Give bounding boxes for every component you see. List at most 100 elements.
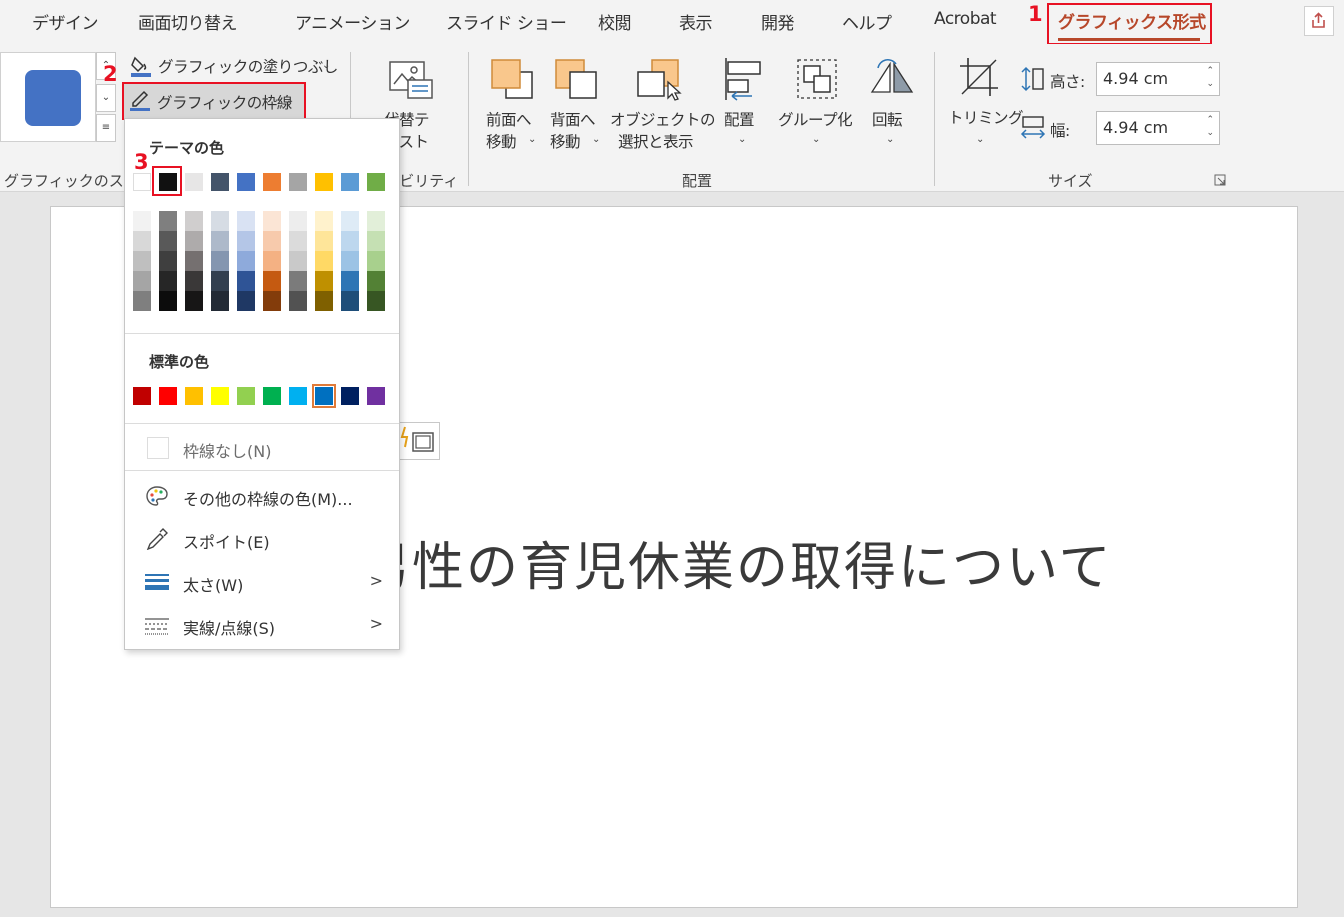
crop-button[interactable]: トリミング ⌄ [944, 52, 1024, 162]
theme-shade-swatch[interactable] [315, 211, 333, 231]
theme-color-swatch[interactable] [315, 173, 333, 191]
spin-up-icon[interactable]: ⌃ [1206, 66, 1214, 76]
theme-shade-swatch[interactable] [237, 231, 255, 251]
theme-color-swatch[interactable] [367, 173, 385, 191]
theme-shade-swatch[interactable] [367, 291, 385, 311]
theme-color-swatch[interactable] [263, 173, 281, 191]
theme-shade-swatch[interactable] [367, 211, 385, 231]
standard-color-swatch[interactable] [159, 387, 177, 405]
theme-shade-swatch[interactable] [185, 251, 203, 271]
tab-0[interactable]: デザイン [32, 9, 99, 34]
theme-shade-swatch[interactable] [133, 251, 151, 271]
tab-1[interactable]: 画面切り替え [138, 9, 238, 34]
eyedropper-item[interactable]: スポイト(E) [125, 520, 399, 558]
theme-shade-swatch[interactable] [185, 271, 203, 291]
theme-color-swatch[interactable] [237, 173, 255, 191]
tab-7[interactable]: ヘルプ [842, 9, 892, 34]
theme-shade-swatch[interactable] [211, 251, 229, 271]
standard-color-swatch[interactable] [185, 387, 203, 405]
theme-shade-swatch[interactable] [237, 271, 255, 291]
theme-shade-swatch[interactable] [341, 291, 359, 311]
theme-shade-swatch[interactable] [341, 271, 359, 291]
theme-shade-swatch[interactable] [315, 291, 333, 311]
theme-shade-swatch[interactable] [159, 211, 177, 231]
theme-shade-swatch[interactable] [289, 211, 307, 231]
theme-shade-swatch[interactable] [263, 271, 281, 291]
theme-color-swatch[interactable] [211, 173, 229, 191]
tab-4[interactable]: 校閲 [598, 9, 632, 34]
theme-shade-swatch[interactable] [159, 291, 177, 311]
theme-shade-swatch[interactable] [133, 231, 151, 251]
tab-3[interactable]: スライド ショー [446, 9, 567, 34]
theme-shade-swatch[interactable] [315, 271, 333, 291]
spin-down-icon[interactable]: ⌄ [1206, 128, 1214, 138]
theme-shade-swatch[interactable] [289, 291, 307, 311]
theme-color-swatch[interactable] [133, 173, 151, 191]
spin-up-icon[interactable]: ⌃ [1206, 115, 1214, 125]
theme-shade-swatch[interactable] [263, 211, 281, 231]
theme-shade-swatch[interactable] [185, 291, 203, 311]
theme-shade-swatch[interactable] [289, 251, 307, 271]
group-button[interactable]: グループ化 ⌄ [774, 52, 860, 162]
layout-options-button[interactable] [398, 422, 440, 460]
tab-2[interactable]: アニメーション [295, 9, 410, 34]
weight-item[interactable]: 太さ(W) > [125, 563, 399, 601]
theme-shade-swatch[interactable] [133, 271, 151, 291]
graphic-fill-button[interactable]: グラフィックの塗りつぶし ⌄ [128, 52, 338, 80]
standard-color-swatch[interactable] [237, 387, 255, 405]
standard-color-swatch[interactable] [289, 387, 307, 405]
theme-color-swatch[interactable] [289, 173, 307, 191]
share-button[interactable] [1304, 6, 1334, 36]
theme-shade-swatch[interactable] [367, 231, 385, 251]
theme-shade-swatch[interactable] [341, 251, 359, 271]
theme-shade-swatch[interactable] [133, 211, 151, 231]
theme-shade-swatch[interactable] [185, 231, 203, 251]
spin-down-icon[interactable]: ⌄ [1206, 79, 1214, 89]
theme-shade-swatch[interactable] [315, 251, 333, 271]
theme-shade-swatch[interactable] [289, 271, 307, 291]
dialog-launcher-icon[interactable] [1214, 174, 1226, 186]
theme-shade-swatch[interactable] [211, 271, 229, 291]
standard-color-swatch[interactable] [133, 387, 151, 405]
theme-shade-swatch[interactable] [211, 231, 229, 251]
theme-shade-swatch[interactable] [315, 231, 333, 251]
theme-shade-swatch[interactable] [237, 291, 255, 311]
standard-color-swatch[interactable] [312, 384, 336, 408]
theme-shade-swatch[interactable] [211, 291, 229, 311]
theme-shade-swatch[interactable] [367, 271, 385, 291]
theme-shade-swatch[interactable] [185, 211, 203, 231]
theme-shade-swatch[interactable] [263, 291, 281, 311]
theme-shade-swatch[interactable] [159, 231, 177, 251]
tab-8[interactable]: Acrobat [934, 9, 997, 29]
theme-shade-swatch[interactable] [263, 251, 281, 271]
theme-shade-swatch[interactable] [237, 211, 255, 231]
align-button[interactable]: 配置 ⌄ [716, 52, 770, 162]
dashes-item[interactable]: 実線/点線(S) > [125, 606, 399, 644]
rotate-button[interactable]: 回転 ⌄ [862, 52, 922, 162]
no-outline-item[interactable]: 枠線なし(N) [125, 429, 399, 467]
theme-shade-swatch[interactable] [289, 231, 307, 251]
tab-5[interactable]: 表示 [679, 9, 713, 34]
theme-shade-swatch[interactable] [133, 291, 151, 311]
graphic-style-gallery[interactable] [0, 52, 96, 142]
standard-color-swatch[interactable] [211, 387, 229, 405]
gallery-scroll-down-button[interactable]: ⌄ [96, 84, 116, 112]
graphic-style-preview[interactable] [25, 70, 81, 126]
more-outline-colors-item[interactable]: その他の枠線の色(M)... [125, 477, 399, 515]
theme-shade-swatch[interactable] [159, 251, 177, 271]
theme-shade-swatch[interactable] [341, 231, 359, 251]
theme-shade-swatch[interactable] [211, 211, 229, 231]
gallery-more-button[interactable]: ≡ [96, 114, 116, 142]
bring-forward-button[interactable]: 前面へ 移動 ⌄ [478, 52, 544, 162]
standard-color-swatch[interactable] [341, 387, 359, 405]
theme-color-swatch[interactable] [185, 173, 203, 191]
theme-shade-swatch[interactable] [263, 231, 281, 251]
height-input[interactable]: 4.94 cm ⌃ ⌄ [1096, 62, 1220, 96]
standard-color-swatch[interactable] [263, 387, 281, 405]
send-backward-button[interactable]: 背面へ 移動 ⌄ [546, 52, 608, 162]
width-input[interactable]: 4.94 cm ⌃ ⌄ [1096, 111, 1220, 145]
theme-shade-swatch[interactable] [237, 251, 255, 271]
theme-shade-swatch[interactable] [367, 251, 385, 271]
theme-shade-swatch[interactable] [159, 271, 177, 291]
tab-6[interactable]: 開発 [761, 9, 795, 34]
